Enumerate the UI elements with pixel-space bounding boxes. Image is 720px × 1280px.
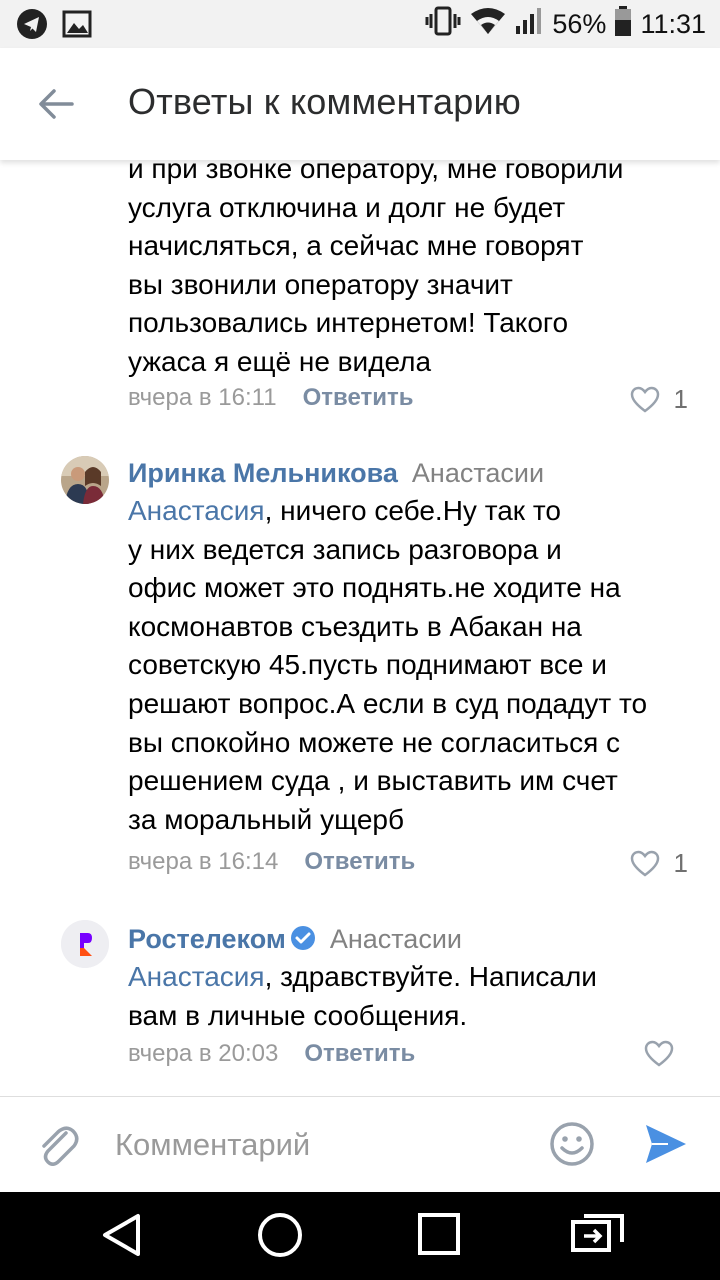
reply-to[interactable]: Анастасии bbox=[330, 924, 462, 954]
wifi-icon bbox=[470, 6, 506, 43]
clock: 11:31 bbox=[640, 8, 706, 39]
nav-recents-button[interactable] bbox=[417, 1212, 461, 1261]
emoji-button[interactable] bbox=[549, 1121, 595, 1172]
send-icon bbox=[646, 1125, 686, 1163]
square-recents-icon bbox=[418, 1213, 460, 1255]
rostelecom-logo-icon bbox=[61, 920, 109, 968]
battery-icon bbox=[614, 5, 632, 43]
comment-meta: вчера в 16:11 Ответить bbox=[128, 384, 414, 412]
mention-link[interactable]: Анастасия bbox=[128, 961, 265, 992]
triangle-back-icon bbox=[103, 1214, 140, 1256]
like-count: 1 bbox=[673, 384, 688, 414]
image-icon bbox=[62, 10, 92, 43]
avatar[interactable] bbox=[61, 456, 109, 504]
like-button[interactable]: 1 bbox=[630, 384, 688, 415]
like-count: 1 bbox=[673, 848, 688, 878]
mention-link[interactable]: Анастасия bbox=[128, 495, 265, 526]
vibrate-icon bbox=[424, 6, 462, 43]
comment-meta: вчера в 20:03 Ответить bbox=[128, 1040, 415, 1068]
back-button[interactable] bbox=[34, 84, 78, 124]
reply-button[interactable]: Ответить bbox=[304, 1040, 415, 1067]
heart-icon bbox=[630, 850, 659, 877]
heart-icon bbox=[644, 1040, 674, 1067]
nav-switch-button[interactable] bbox=[570, 1212, 626, 1261]
attach-button[interactable] bbox=[36, 1121, 80, 1174]
arrow-left-icon bbox=[39, 89, 74, 119]
comments-feed[interactable]: и при звонке оператору, мне говорили усл… bbox=[0, 160, 720, 1096]
comment-text: Анастасия, здравствуйте. Написали вам в … bbox=[128, 961, 597, 1031]
paperclip-icon bbox=[42, 1126, 79, 1166]
send-button[interactable] bbox=[644, 1123, 688, 1170]
comment-meta: вчера в 16:14 Ответить bbox=[128, 848, 415, 876]
verified-icon bbox=[290, 925, 316, 958]
reply-button[interactable]: Ответить bbox=[303, 384, 414, 411]
nav-home-button[interactable] bbox=[257, 1212, 303, 1263]
app-header: Ответы к комментарию bbox=[0, 48, 720, 160]
smile-icon bbox=[550, 1122, 594, 1166]
comment-text: Анастасия, ничего себе.Ну так то у них в… bbox=[128, 495, 648, 835]
page-title: Ответы к комментарию bbox=[128, 81, 521, 122]
comment-author[interactable]: Иринка Мельникова bbox=[128, 458, 398, 488]
switch-apps-icon bbox=[571, 1214, 624, 1252]
like-button[interactable]: 1 bbox=[630, 848, 688, 879]
comment-time: вчера в 16:14 bbox=[128, 848, 279, 875]
comment-input[interactable]: Комментарий bbox=[115, 1127, 310, 1163]
comment-header: Ростелеком Анастасии bbox=[128, 924, 462, 958]
comment-header: Иринка Мельникова Анастасии bbox=[128, 458, 544, 489]
comment-time: вчера в 20:03 bbox=[128, 1040, 279, 1067]
battery-percent: 56% bbox=[552, 8, 607, 39]
status-bar: 56% 11:31 bbox=[0, 0, 720, 48]
system-nav-bar bbox=[0, 1192, 720, 1280]
comment-composer: Комментарий bbox=[0, 1096, 720, 1192]
comment-time: вчера в 16:11 bbox=[128, 384, 277, 411]
reply-to[interactable]: Анастасии bbox=[412, 458, 544, 488]
like-button[interactable] bbox=[644, 1040, 688, 1067]
circle-home-icon bbox=[258, 1213, 302, 1257]
telegram-icon bbox=[16, 8, 48, 45]
reply-button[interactable]: Ответить bbox=[304, 848, 415, 875]
signal-icon bbox=[514, 6, 544, 43]
comment-author[interactable]: Ростелеком bbox=[128, 924, 286, 954]
avatar[interactable] bbox=[61, 920, 109, 968]
comment-text: и при звонке оператору, мне говорили усл… bbox=[128, 160, 624, 377]
nav-back-button[interactable] bbox=[100, 1212, 144, 1263]
heart-icon bbox=[630, 386, 659, 413]
